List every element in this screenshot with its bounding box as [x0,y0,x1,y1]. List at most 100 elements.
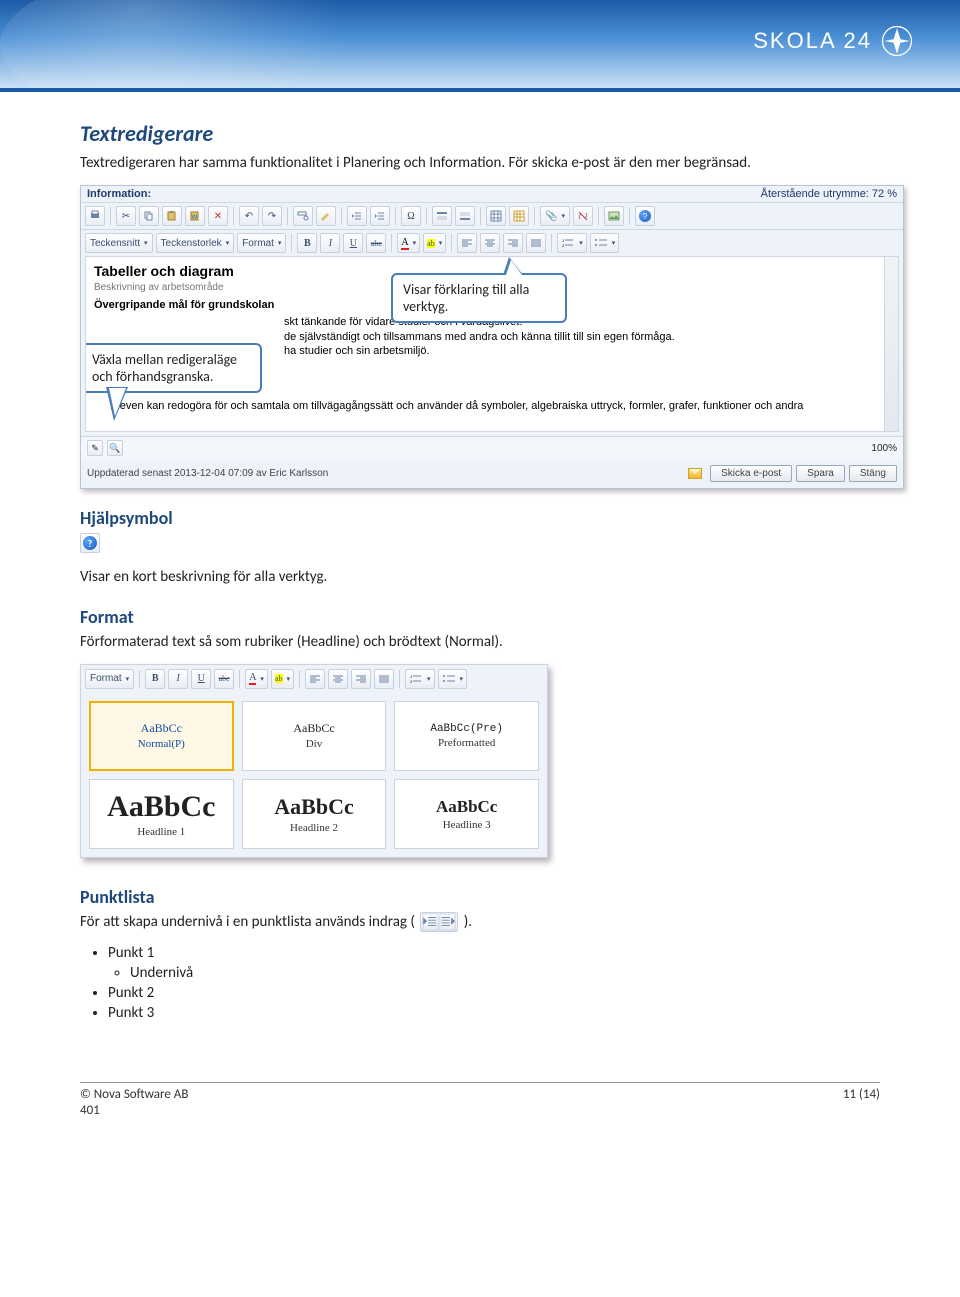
help-title: Hjälpsymbol [80,507,882,529]
close-button[interactable]: Stäng [849,465,897,482]
svg-text:2: 2 [562,243,565,248]
align-justify-icon-2[interactable] [374,669,394,689]
editor-bottom-bar: ✎ 🔍 100% [81,436,903,459]
font-family-dropdown[interactable]: Teckensnitt▾ [85,233,153,253]
bullets-title: Punktlista [80,886,882,908]
format-card-normal[interactable]: AaBbCc Normal(P) [89,701,234,771]
underline-icon[interactable]: U [343,233,363,253]
outdent-icon[interactable] [347,206,367,226]
bullet-list-dropdown-2[interactable]: ▾ [438,669,468,689]
numbered-list-dropdown-2[interactable]: 12▾ [405,669,435,689]
banner-rule [0,88,960,92]
italic-icon[interactable]: I [320,233,340,253]
find-icon[interactable] [293,206,313,226]
highlight-dropdown-2[interactable]: ab▾ [271,669,294,689]
canvas-long: Eleven kan redogöra för och samtala om t… [110,400,880,412]
list-item: Punkt 1 Undernivå [108,944,882,982]
format-panel: Format▾ B I U abc A▾ ab▾ 12▾ ▾ AaBbCc No… [80,664,548,858]
unlink-icon[interactable] [573,206,593,226]
highlight-dropdown[interactable]: ab▾ [423,233,446,253]
format-dropdown[interactable]: Format▾ [237,233,286,253]
help-icon[interactable]: ? [635,206,655,226]
format-card-pre[interactable]: AaBbCc(Pre) Preformatted [394,701,539,771]
toolbar-row-2: Teckensnitt▾ Teckenstorlek▾ Format▾ B I … [81,229,903,256]
format-dropdown-2[interactable]: Format▾ [85,669,134,689]
paste-icon[interactable] [162,206,182,226]
mail-icon [688,468,702,479]
edit-mode-icon[interactable]: ✎ [87,440,103,456]
indent-icon[interactable] [370,206,390,226]
align-left-icon[interactable] [457,233,477,253]
link-dropdown[interactable]: 📎▾ [540,206,570,226]
align-right-icon-2[interactable] [351,669,371,689]
updated-text: Uppdaterad senast 2013-12-04 07:09 av Er… [87,468,328,479]
canvas-frag1: skt tänkande för vidare studier och i va… [284,315,880,329]
italic-icon-2[interactable]: I [168,669,188,689]
hr-bottom-icon[interactable] [455,206,475,226]
align-justify-icon[interactable] [526,233,546,253]
help-symbol-icon: ? [80,533,100,553]
canvas-frag3: ha studier och sin arbetsmiljö. [284,344,880,358]
help-desc: Visar en kort beskrivning för alla verkt… [80,567,882,587]
copy-icon[interactable] [139,206,159,226]
preview-mode-icon[interactable]: 🔍 [107,440,123,456]
editor-header-label: Information: [87,188,151,200]
align-center-icon[interactable] [480,233,500,253]
indent-buttons-icon [420,912,458,932]
callout-help-tooltip: Visar förklaring till alla verktyg. [391,273,567,323]
banner-globe-art [0,0,460,92]
numbered-list-dropdown[interactable]: 12▾ [557,233,587,253]
undo-icon[interactable]: ↶ [239,206,259,226]
format-card-div[interactable]: AaBbCc Div [242,701,387,771]
format-card-h2[interactable]: AaBbCc Headline 2 [242,779,387,849]
logo-text: SKOLA 24 [753,28,872,54]
editor-screenshot: Information: Återstående utrymme: 72 % ✂… [80,185,904,489]
logo: SKOLA 24 [753,24,914,58]
font-size-dropdown[interactable]: Teckenstorlek▾ [156,233,235,253]
delete-icon[interactable]: ✕ [208,206,228,226]
align-right-icon[interactable] [503,233,523,253]
bullets-intro: För att skapa undernivå i en punktlista … [80,912,882,932]
cut-icon[interactable]: ✂ [116,206,136,226]
bullet-list-example: Punkt 1 Undernivå Punkt 2 Punkt 3 [108,944,882,1022]
hr-top-icon[interactable] [432,206,452,226]
scrollbar[interactable] [884,257,898,431]
bullet-list-dropdown[interactable]: ▾ [590,233,620,253]
space-remaining: Återstående utrymme: 72 % [761,188,897,200]
grid-icon[interactable] [509,206,529,226]
save-button[interactable]: Spara [796,465,845,482]
align-center-icon-2[interactable] [328,669,348,689]
star-compass-icon [880,24,914,58]
font-color-dropdown[interactable]: A▾ [397,233,420,253]
underline-icon-2[interactable]: U [191,669,211,689]
svg-text:2: 2 [410,679,413,684]
format-title: Format [80,606,882,628]
paste-word-icon[interactable]: W [185,206,205,226]
page-footer: © Nova Software AB 401 11 (14) [80,1082,880,1136]
font-color-dropdown-2[interactable]: A▾ [245,669,268,689]
omega-icon[interactable]: Ω [401,206,421,226]
strike-icon[interactable]: abc [366,233,386,253]
format-desc: Förformaterad text så som rubriker (Head… [80,632,882,652]
list-item: Punkt 3 [108,1004,882,1022]
callout-toggle-tooltip: Växla mellan redigeraläge och förhandsgr… [85,343,262,393]
format-card-h3[interactable]: AaBbCc Headline 3 [394,779,539,849]
image-icon[interactable] [604,206,624,226]
redo-icon[interactable]: ↷ [262,206,282,226]
editor-status-row: Uppdaterad senast 2013-12-04 07:09 av Er… [81,459,903,488]
bold-icon[interactable]: B [297,233,317,253]
table-icon[interactable] [486,206,506,226]
send-email-button[interactable]: Skicka e-post [710,465,792,482]
clear-format-icon[interactable] [316,206,336,226]
footer-code: 401 [80,1103,188,1119]
editor-canvas[interactable]: Tabeller och diagram Beskrivning av arbe… [85,256,899,432]
section-intro: Textredigeraren har samma funktionalitet… [80,153,882,173]
print-icon[interactable] [85,206,105,226]
list-item: Punkt 2 [108,984,882,1002]
footer-copyright: © Nova Software AB [80,1087,188,1103]
bold-icon-2[interactable]: B [145,669,165,689]
format-toolbar: Format▾ B I U abc A▾ ab▾ 12▾ ▾ [81,665,547,693]
strike-icon-2[interactable]: abc [214,669,234,689]
format-card-h1[interactable]: AaBbCc Headline 1 [89,779,234,849]
align-left-icon-2[interactable] [305,669,325,689]
